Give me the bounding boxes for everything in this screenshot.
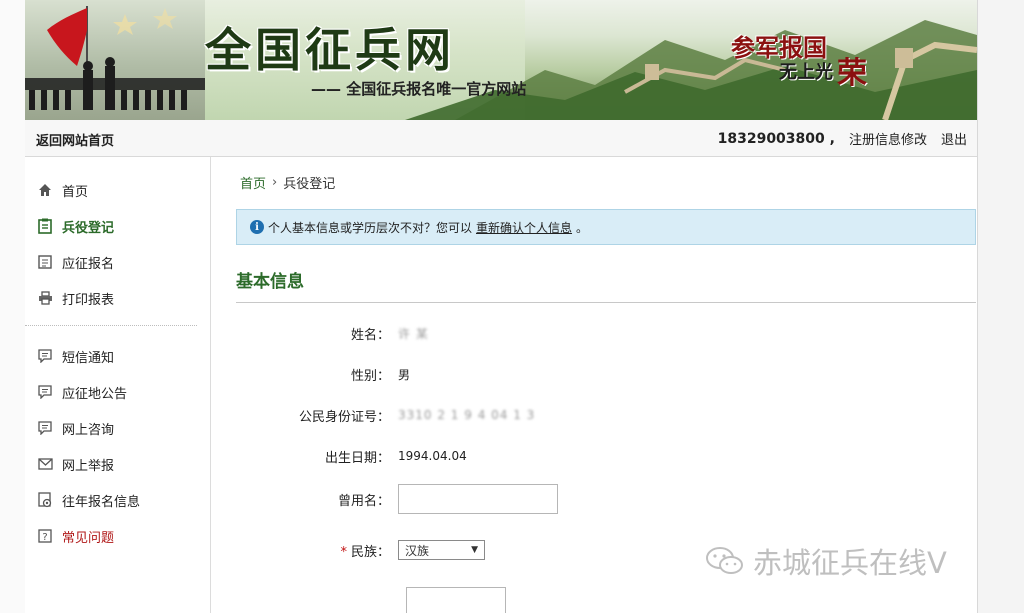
- flag-icon: [25, 6, 205, 110]
- watermark-text: 赤城征兵在线V: [753, 546, 947, 580]
- soldiers-image: [25, 0, 205, 120]
- sidebar-item-label: 网上举报: [62, 458, 115, 474]
- sidebar-item-print[interactable]: 打印报表: [37, 286, 114, 310]
- left-gutter: [0, 0, 25, 613]
- sidebar-item-label: 常见问题: [62, 530, 115, 546]
- message-icon: [37, 420, 53, 436]
- sidebar-item-faq[interactable]: ? 常见问题: [37, 524, 114, 548]
- sidebar-item-label: 应征地公告: [62, 386, 128, 402]
- sidebar-item-label: 兵役登记: [62, 220, 115, 236]
- svg-text:?: ?: [42, 532, 47, 543]
- mail-icon: [37, 456, 53, 472]
- site-title: 全国征兵网: [205, 23, 455, 77]
- reconfirm-info-link[interactable]: 重新确认个人信息: [476, 219, 572, 236]
- history-icon: [37, 492, 53, 508]
- slogan-part-2: 无上光: [779, 62, 833, 83]
- printer-icon: [37, 290, 53, 306]
- name-label: 姓名：: [350, 327, 390, 343]
- field-row-gender: 性别： 男: [236, 361, 976, 387]
- field-row-birthdate: 出生日期： 1994.04.04: [236, 443, 976, 469]
- field-row-alias: 曾用名：: [236, 483, 976, 515]
- sidebar-item-history[interactable]: 往年报名信息: [37, 488, 140, 512]
- page: 全国征兵网 —— 全国征兵报名唯一官方网站 参军报国 无上光 荣 返回网站首页 …: [25, 0, 977, 613]
- alias-input[interactable]: [398, 484, 558, 514]
- field-row-id-number: 公民身份证号： 3310 2 1 9 4 04 1 3: [236, 402, 976, 428]
- sidebar-item-label: 往年报名信息: [62, 494, 141, 510]
- message-icon: [37, 348, 53, 364]
- sidebar-item-label: 打印报表: [62, 292, 115, 308]
- sidebar-item-announcements[interactable]: 应征地公告: [37, 380, 127, 404]
- wechat-icon: [706, 547, 743, 574]
- sidebar-item-sms[interactable]: 短信通知: [37, 344, 114, 368]
- document-icon: [37, 254, 53, 270]
- info-icon: i: [250, 220, 264, 234]
- right-gutter: [977, 0, 1024, 613]
- sidebar-item-label: 网上咨询: [62, 422, 115, 438]
- sidebar-item-home[interactable]: 首页: [37, 178, 88, 202]
- logout-link[interactable]: 退出: [941, 129, 967, 148]
- slogan-part-3: 荣: [837, 56, 867, 91]
- user-phone: 18329003800 ,: [717, 130, 835, 147]
- site-banner: 全国征兵网 —— 全国征兵报名唯一官方网站 参军报国 无上光 荣: [25, 0, 977, 120]
- alias-label: 曾用名：: [337, 493, 390, 509]
- breadcrumb-separator: ›: [272, 175, 278, 190]
- question-icon: ?: [37, 528, 53, 544]
- notice-end: 。: [576, 220, 589, 235]
- id-number-label: 公民身份证号：: [298, 409, 390, 425]
- sidebar-item-military-registration[interactable]: 兵役登记: [37, 214, 114, 238]
- site-subtitle: —— 全国征兵报名唯一官方网站: [311, 80, 527, 98]
- sidebar-divider: [25, 325, 197, 326]
- birthdate-label: 出生日期：: [324, 450, 390, 466]
- name-value: 许 某: [398, 326, 429, 341]
- required-marker: *: [340, 544, 347, 560]
- gender-label: 性别：: [350, 368, 390, 384]
- home-icon: [37, 182, 53, 198]
- ethnicity-label-wrap: * 民族：: [236, 541, 398, 560]
- section-title-basic-info: 基本信息: [236, 272, 304, 292]
- back-to-home-link[interactable]: 返回网站首页: [36, 130, 114, 149]
- breadcrumb-current: 兵役登记: [283, 177, 336, 192]
- sidebar-item-report[interactable]: 网上举报: [37, 452, 114, 476]
- chevron-down-icon: ▼: [471, 545, 478, 555]
- info-notice: i 个人基本信息或学历层次不对？您可以 重新确认个人信息。: [236, 209, 976, 245]
- sidebar-item-enlistment[interactable]: 应征报名: [37, 250, 114, 274]
- ethnicity-select[interactable]: 汉族 ▼: [398, 540, 485, 560]
- next-field-input[interactable]: [406, 587, 506, 613]
- edit-registration-link[interactable]: 注册信息修改: [849, 129, 927, 148]
- wechat-watermark: 赤城征兵在线V: [705, 540, 947, 582]
- ethnicity-label: 民族：: [350, 544, 390, 560]
- user-actions: 18329003800 , 注册信息修改 退出: [717, 129, 967, 149]
- sidebar-item-consult[interactable]: 网上咨询: [37, 416, 114, 440]
- user-topbar: 返回网站首页 18329003800 , 注册信息修改 退出: [25, 120, 977, 157]
- section-divider: [236, 302, 976, 303]
- notice-text: 个人基本信息或学历层次不对？您可以: [268, 220, 473, 235]
- sidebar-item-label: 首页: [62, 184, 89, 200]
- sidebar-item-label: 应征报名: [62, 256, 115, 272]
- ethnicity-selected-value: 汉族: [405, 543, 430, 558]
- breadcrumb: 首页 › 兵役登记: [240, 173, 335, 192]
- form-icon: [37, 218, 53, 234]
- gender-value: 男: [398, 367, 411, 382]
- birthdate-value: 1994.04.04: [398, 449, 467, 463]
- breadcrumb-home-link[interactable]: 首页: [240, 173, 266, 192]
- field-row-name: 姓名： 许 某: [236, 320, 976, 346]
- id-number-value: 3310 2 1 9 4 04 1 3: [398, 408, 536, 422]
- message-icon: [37, 384, 53, 400]
- sidebar: 首页 兵役登记 应征报名 打印报表 短信通知 应征地公告 网上咨询 网上举报 往…: [25, 157, 211, 613]
- sidebar-item-label: 短信通知: [62, 350, 115, 366]
